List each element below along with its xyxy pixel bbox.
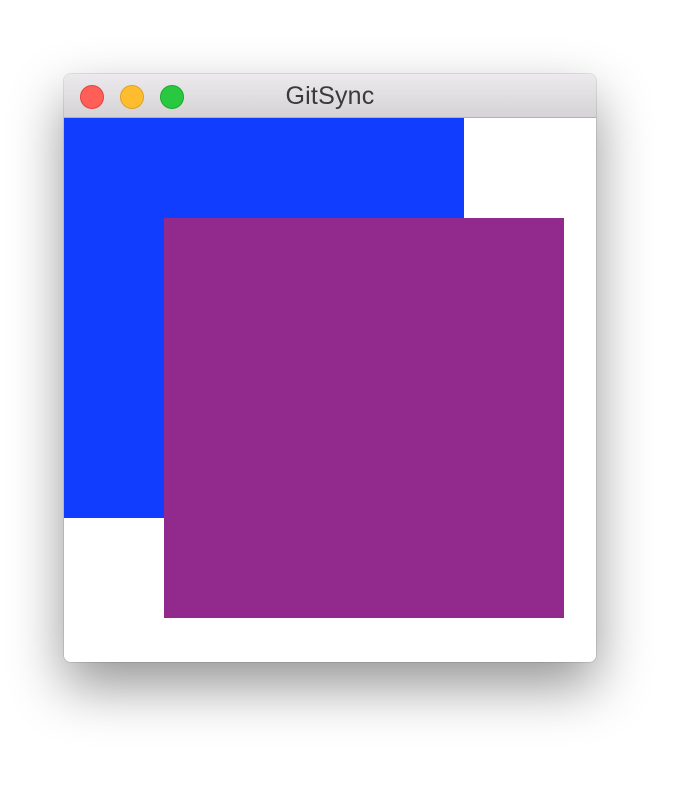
content-area — [64, 118, 596, 662]
purple-square — [164, 218, 564, 618]
app-window: GitSync — [64, 74, 596, 662]
window-title: GitSync — [285, 82, 375, 110]
title-bar[interactable]: GitSync — [64, 74, 596, 118]
